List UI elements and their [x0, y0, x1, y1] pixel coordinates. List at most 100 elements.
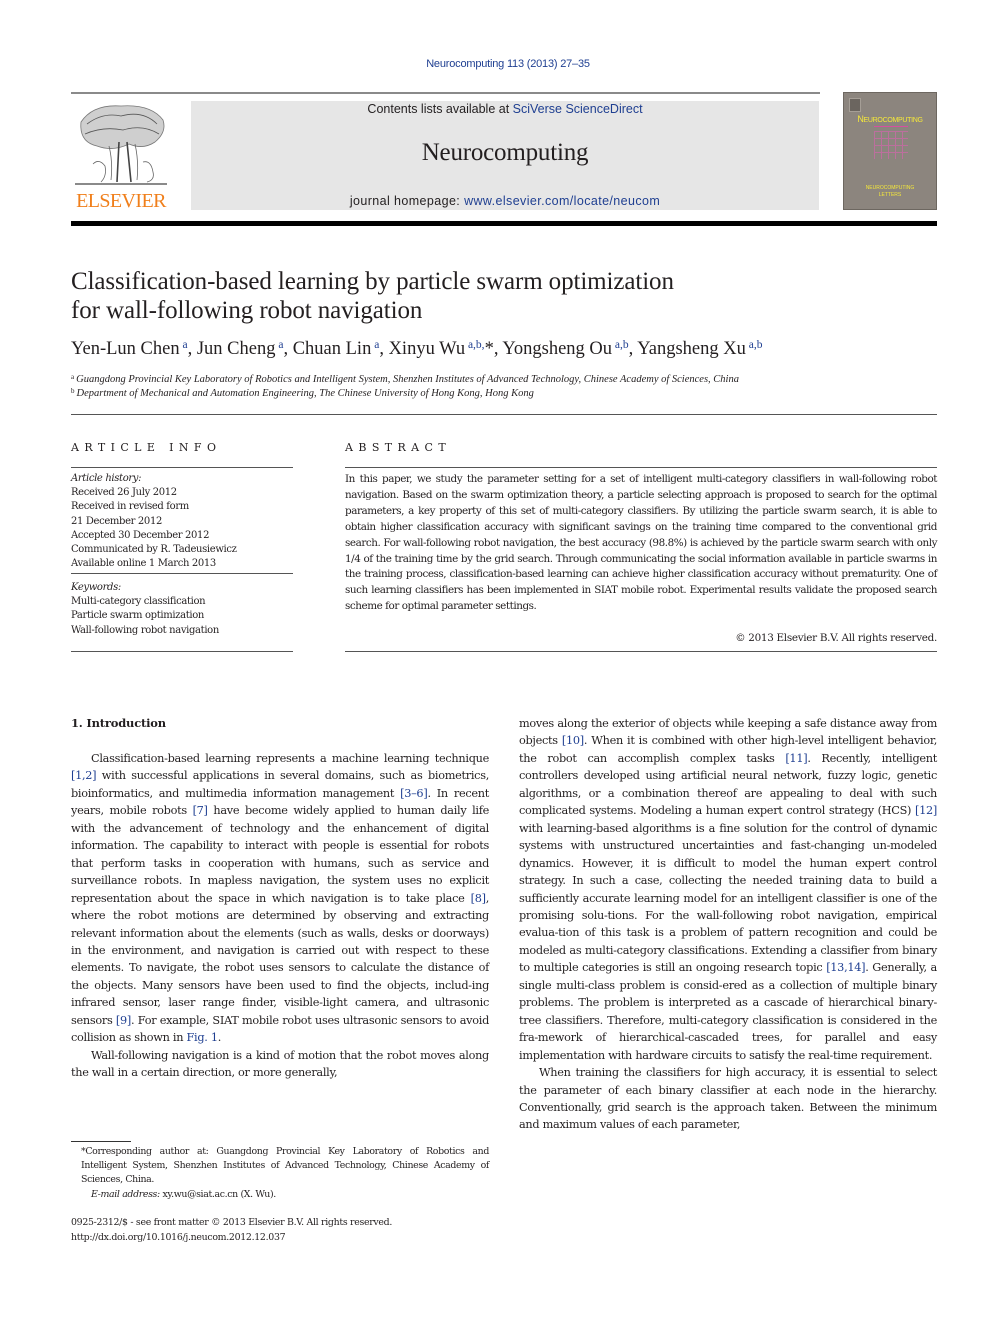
homepage-link[interactable]: www.elsevier.com/locate/neucom — [464, 194, 660, 208]
keyword-item: Multi-category classification — [71, 596, 206, 608]
text-run: When training the classifiers for high a… — [519, 1066, 937, 1132]
cover-underline — [874, 126, 908, 127]
journal-banner: Contents lists available at SciVerse Sci… — [191, 101, 819, 210]
article-title: Classification-based learning by particl… — [71, 267, 871, 325]
author-separator: , — [283, 339, 293, 359]
article-info-divider-top — [71, 467, 293, 468]
elsevier-wordmark: ELSEVIER — [76, 190, 166, 212]
corresponding-author-note: *Corresponding author at: Guangdong Prov… — [71, 1145, 489, 1188]
citation-link[interactable]: [8] — [471, 892, 486, 905]
paragraph: Wall-following navigation is a kind of m… — [71, 1047, 489, 1082]
author-name[interactable]: Jun Cheng — [197, 339, 276, 359]
contents-availability: Contents lists available at SciVerse Sci… — [191, 102, 819, 116]
email-label: E-mail address: — [91, 1188, 163, 1200]
text-run: . Generally, a single multi-class proble… — [519, 961, 937, 1062]
citation-link[interactable]: [1,2] — [71, 769, 97, 782]
article-history-label: Article history: — [71, 473, 142, 484]
author-name[interactable]: Chuan Lin — [293, 339, 372, 359]
paragraph: When training the classifiers for high a… — [519, 1064, 937, 1134]
corresponding-author-footnote: *Corresponding author at: Guangdong Prov… — [71, 1145, 489, 1202]
text-run: , where the robot motions are determined… — [71, 891, 489, 1027]
cover-subtitle-line1: NEUROCOMPUTING — [865, 185, 915, 191]
author-list: Yen-Lun Chen a, Jun Cheng a, Chuan Lin a… — [71, 339, 941, 360]
author-affiliation-link[interactable]: a,b, — [465, 339, 485, 351]
affiliation-text: Department of Mechanical and Automation … — [76, 388, 534, 399]
citation-link[interactable]: [13,14] — [826, 961, 865, 974]
contents-prefix: Contents lists available at — [367, 102, 513, 116]
affiliation-item: b Department of Mechanical and Automation… — [71, 387, 941, 401]
cover-title-rest: EUROCOMPUTING — [863, 117, 923, 124]
doi-link[interactable]: http://dx.doi.org/10.1016/j.neucom.2012.… — [71, 1231, 489, 1246]
abstract-divider-bottom — [345, 651, 937, 652]
sciencedirect-link[interactable]: SciVerse ScienceDirect — [513, 102, 643, 116]
footnote-divider — [71, 1141, 131, 1142]
citation-link[interactable]: [9] — [116, 1014, 131, 1027]
article-info-divider-mid — [71, 573, 293, 574]
text-run: . For example, SIAT mobile robot uses ul… — [71, 1013, 489, 1045]
citation-link[interactable]: [12] — [915, 804, 937, 817]
header-thick-divider — [71, 221, 937, 226]
history-item: 21 December 2012 — [71, 515, 162, 527]
cover-grid-graphic — [874, 131, 908, 159]
history-item: Communicated by R. Tadeusiewicz — [71, 544, 237, 556]
author-name[interactable]: Yen-Lun Chen — [71, 339, 180, 359]
keywords-label: Keywords: — [71, 582, 121, 593]
author-affiliation-link[interactable]: a,b — [746, 339, 763, 351]
text-run: have become widely applied to human dail… — [71, 804, 490, 905]
cover-subtitle-line2: LETTERS — [878, 192, 902, 198]
author-affiliation-link[interactable]: a — [180, 339, 187, 351]
journal-name: Neurocomputing — [421, 139, 589, 166]
text-run: . — [217, 1031, 222, 1045]
abstract-heading: ABSTRACT — [345, 441, 452, 454]
front-matter: 0925-2312/$ - see front matter © 2013 El… — [71, 1216, 489, 1245]
author-separator: , — [187, 339, 197, 359]
affiliation-label: b — [71, 387, 75, 395]
history-item: Accepted 30 December 2012 — [71, 529, 210, 541]
issn-line: 0925-2312/$ - see front matter © 2013 El… — [71, 1217, 393, 1228]
email-address[interactable]: xy.wu@siat.ac.cn — [162, 1189, 238, 1200]
citation-link[interactable]: [3–6] — [400, 787, 428, 800]
keyword-item: Wall-following robot navigation — [71, 624, 219, 636]
paragraph: moves along the exterior of objects whil… — [519, 715, 937, 1064]
journal-citation-link[interactable]: Neurocomputing 113 (2013) 27–35 — [0, 58, 992, 70]
keywords: Keywords: Multi-category classification … — [71, 581, 293, 638]
cover-emblem-icon — [849, 98, 861, 112]
history-item: Received 26 July 2012 — [71, 487, 177, 499]
citation-link[interactable]: Fig. 1 — [186, 1031, 218, 1044]
body-column-right: moves along the exterior of objects whil… — [519, 715, 937, 1134]
header-divider — [71, 92, 820, 94]
corresponding-author-mark[interactable]: * — [485, 339, 494, 359]
author-separator: , — [628, 339, 638, 359]
article-info-divider-bottom — [71, 651, 293, 652]
homepage-prefix: journal homepage: — [349, 194, 465, 208]
corresponding-author-text: Corresponding author at: Guangdong Provi… — [81, 1146, 489, 1186]
affiliation-text: Guangdong Provincial Key Laboratory of R… — [76, 374, 739, 385]
author-name[interactable]: Yongsheng Ou — [502, 339, 612, 359]
history-item: Available online 1 March 2013 — [71, 558, 216, 570]
elsevier-logo[interactable]: ELSEVIER — [71, 100, 171, 212]
citation-link[interactable]: [7] — [193, 804, 208, 817]
body-column-left: Classification-based learning represents… — [71, 750, 489, 1082]
text-run: Wall-following navigation is a kind of m… — [71, 1048, 489, 1080]
history-item: Received in revised form — [71, 501, 189, 513]
citation-link[interactable]: [10] — [562, 734, 584, 747]
title-line-1: Classification-based learning by particl… — [71, 268, 674, 295]
article-info-heading: ARTICLE INFO — [71, 441, 222, 454]
affiliations-divider — [71, 414, 937, 415]
abstract-divider-top — [345, 467, 937, 468]
title-line-2: for wall-following robot navigation — [71, 297, 423, 324]
citation-link[interactable]: [11] — [785, 752, 807, 765]
text-run: with learning-based algorithms is a fine… — [519, 821, 937, 975]
affiliation-label: a — [71, 373, 75, 381]
author-name[interactable]: Yangsheng Xu — [637, 339, 746, 359]
elsevier-tree-icon — [75, 105, 167, 185]
abstract-copyright: © 2013 Elsevier B.V. All rights reserved… — [735, 632, 937, 644]
email-suffix: (X. Wu). — [237, 1188, 276, 1200]
journal-cover-thumbnail[interactable]: NEUROCOMPUTING NEUROCOMPUTING LETTERS — [843, 92, 937, 210]
author-separator: , — [379, 339, 389, 359]
text-run: Classification-based learning represents… — [91, 752, 489, 765]
article-history: Article history: Received 26 July 2012 R… — [71, 472, 293, 571]
affiliations: a Guangdong Provincial Key Laboratory of … — [71, 373, 941, 401]
author-affiliation-link[interactable]: a,b — [612, 339, 629, 351]
author-name[interactable]: Xinyu Wu — [389, 339, 466, 359]
